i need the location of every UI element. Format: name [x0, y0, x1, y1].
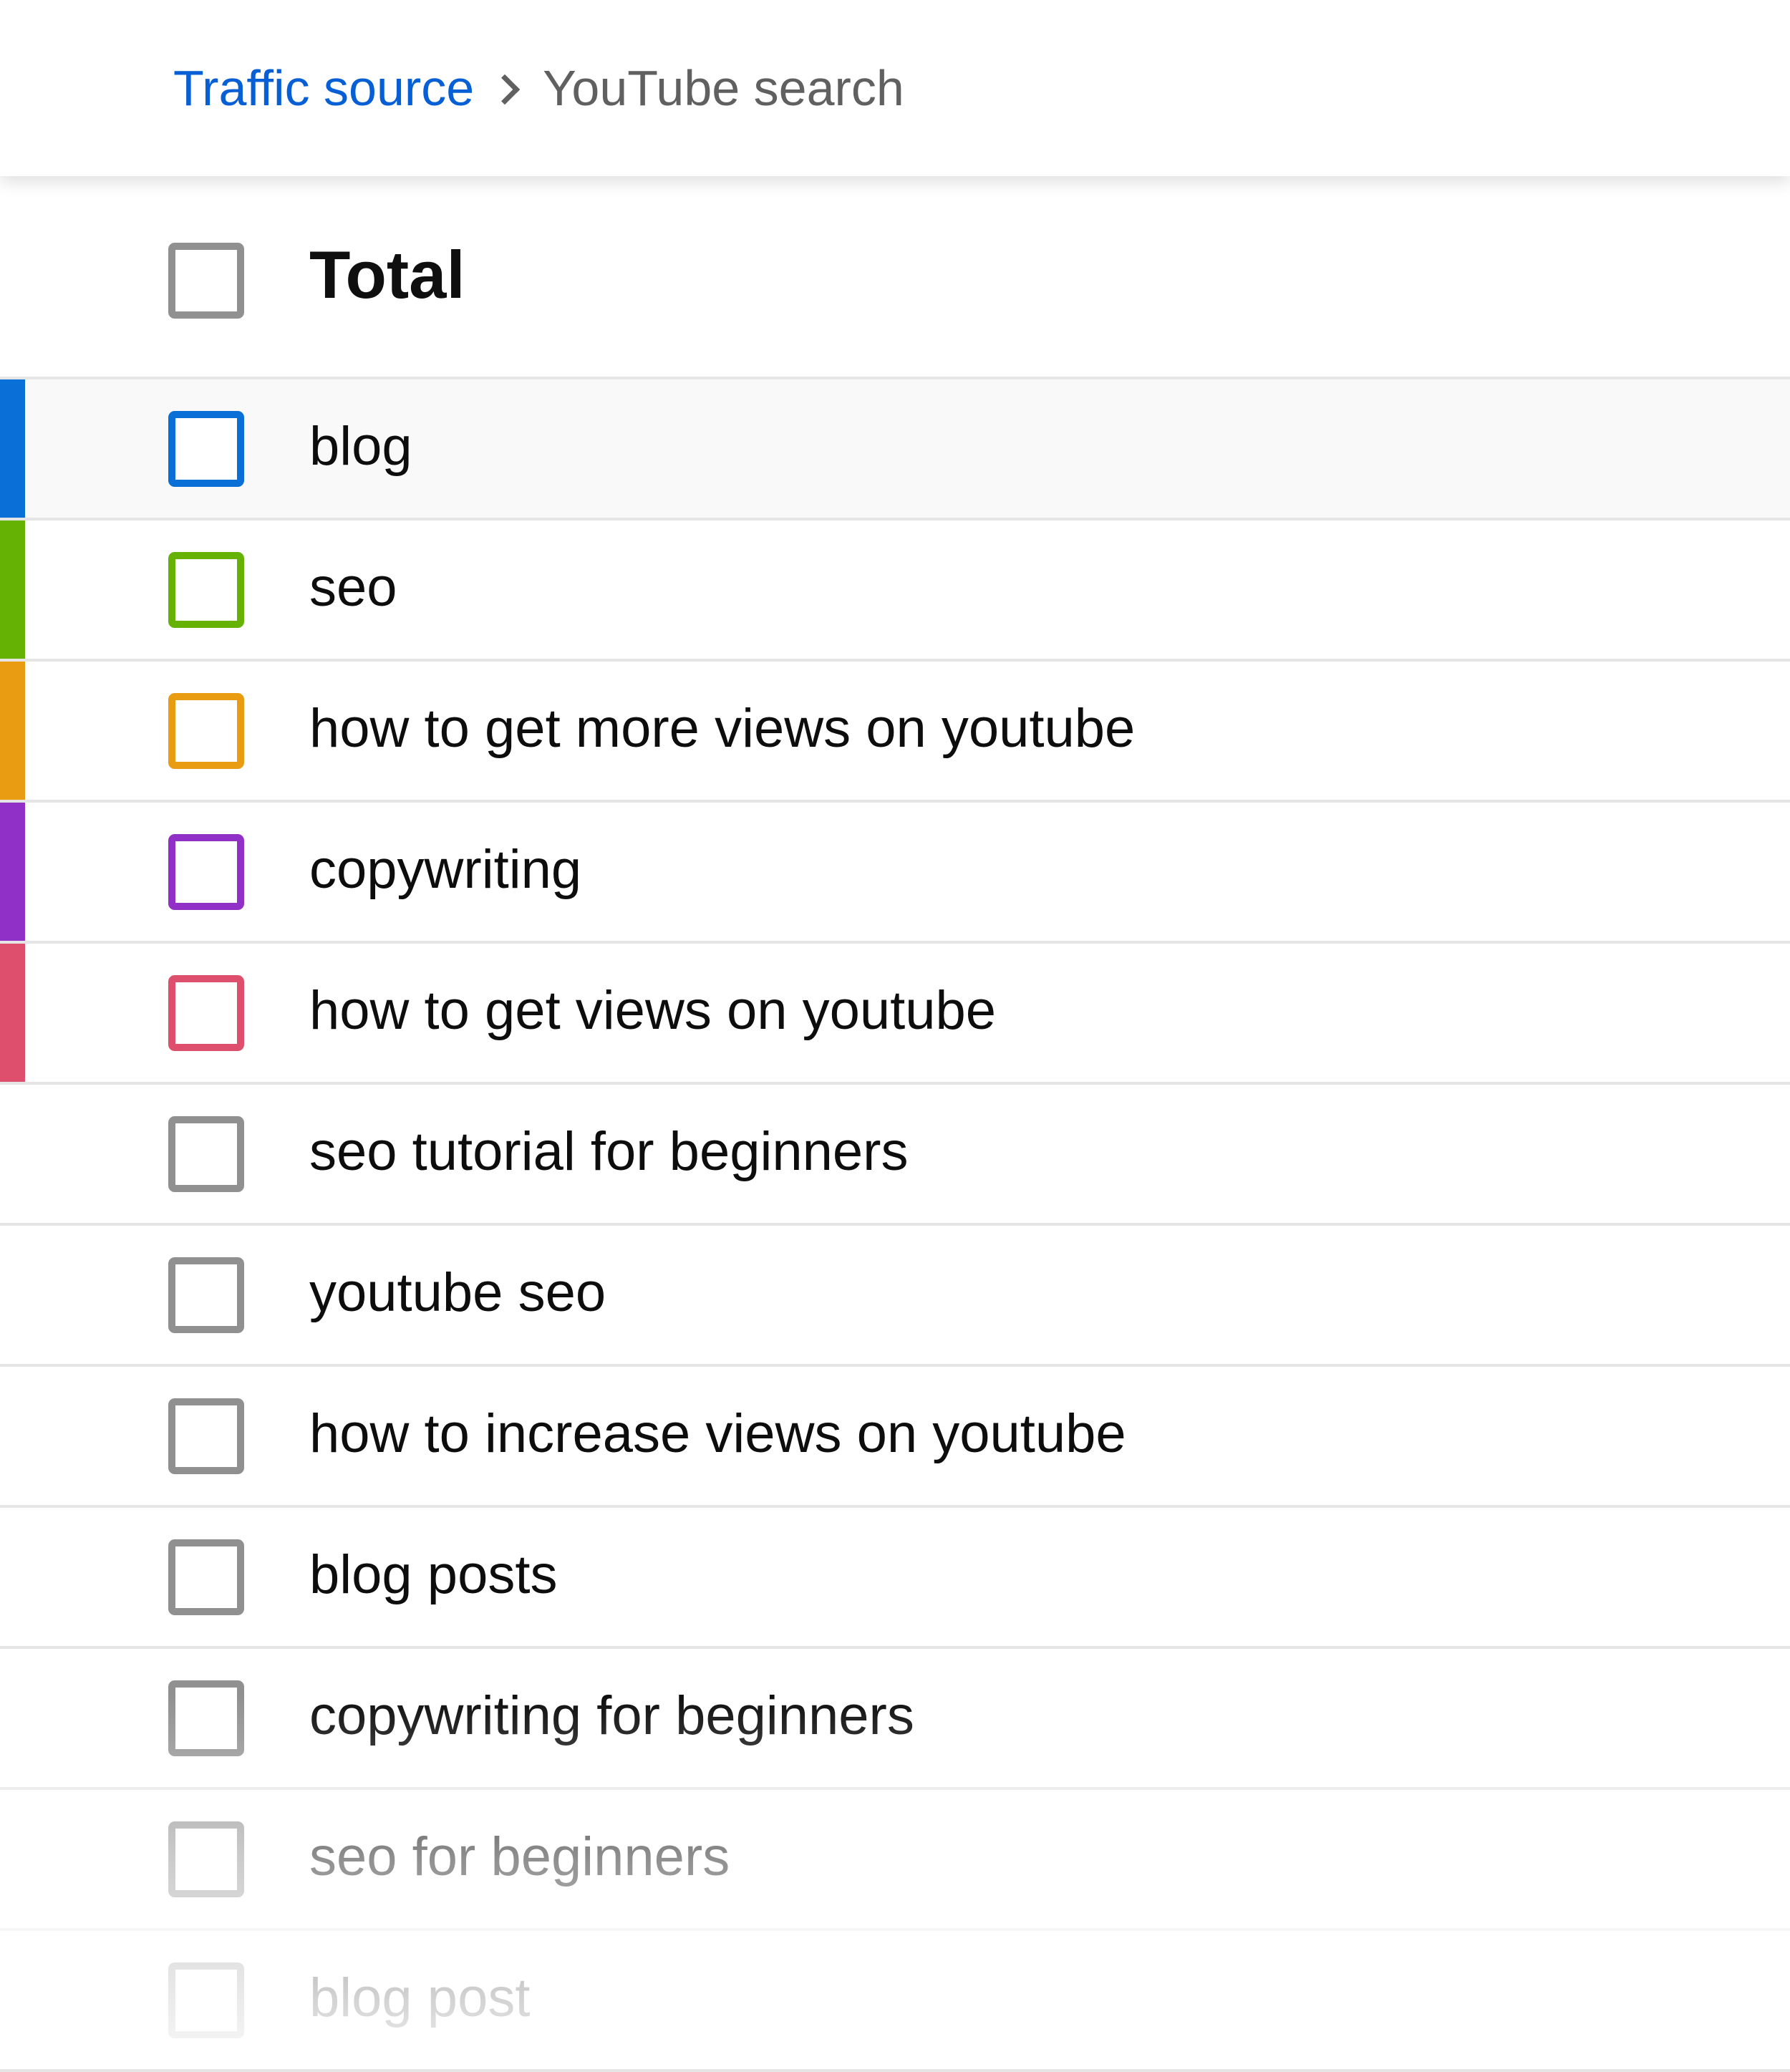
row-checkbox[interactable] — [168, 1680, 244, 1756]
row-checkbox[interactable] — [168, 693, 244, 769]
breadcrumb-current: YouTube search — [543, 60, 904, 116]
row-label: seo tutorial for beginners — [309, 1121, 909, 1182]
row-label: copywriting — [309, 839, 582, 900]
row-label: youtube seo — [309, 1262, 606, 1323]
table-row[interactable]: how to get views on youtube — [0, 944, 1790, 1085]
row-label: blog post — [309, 1967, 531, 2028]
series-color-bar — [0, 379, 25, 518]
total-checkbox[interactable] — [168, 243, 244, 319]
chevron-right-icon — [489, 74, 521, 105]
total-row[interactable]: Total — [0, 176, 1790, 379]
row-checkbox[interactable] — [168, 975, 244, 1051]
row-label: how to get more views on youtube — [309, 698, 1136, 759]
row-label: blog posts — [309, 1544, 558, 1605]
table-row[interactable]: how to increase views on youtube — [0, 1367, 1790, 1508]
row-checkbox[interactable] — [168, 552, 244, 628]
row-label: copywriting for beginners — [309, 1685, 914, 1746]
row-checkbox[interactable] — [168, 1962, 244, 2038]
row-label: how to increase views on youtube — [309, 1403, 1126, 1464]
table-row[interactable]: copywriting — [0, 803, 1790, 944]
table-row[interactable]: copywriting for beginners — [0, 1649, 1790, 1790]
row-checkbox[interactable] — [168, 411, 244, 487]
row-label: seo for beginners — [309, 1826, 730, 1887]
row-label: how to get views on youtube — [309, 980, 997, 1041]
row-checkbox[interactable] — [168, 834, 244, 910]
search-terms-table: Total blog seo how to get more views on yo… — [0, 176, 1790, 2072]
table-row[interactable]: how to get more views on youtube — [0, 662, 1790, 803]
row-checkbox[interactable] — [168, 1257, 244, 1333]
series-color-bar — [0, 803, 25, 941]
breadcrumb: Traffic source YouTube search — [173, 56, 904, 120]
table-row[interactable]: blog — [0, 379, 1790, 521]
table-row[interactable]: seo tutorial for beginners — [0, 1085, 1790, 1226]
series-color-bar — [0, 521, 25, 659]
total-label: Total — [309, 237, 465, 312]
table-row[interactable]: seo for beginners — [0, 1790, 1790, 1931]
table-row[interactable]: youtube seo — [0, 1226, 1790, 1367]
row-checkbox[interactable] — [168, 1821, 244, 1897]
table-row[interactable]: seo — [0, 521, 1790, 662]
series-color-bar — [0, 662, 25, 800]
breadcrumb-traffic-source-link[interactable]: Traffic source — [173, 59, 474, 117]
row-label: blog — [309, 416, 412, 477]
row-checkbox[interactable] — [168, 1539, 244, 1615]
breadcrumb-header: Traffic source YouTube search — [0, 0, 1790, 176]
row-checkbox[interactable] — [168, 1398, 244, 1474]
row-label: seo — [309, 557, 397, 618]
series-color-bar — [0, 944, 25, 1082]
table-row[interactable]: blog posts — [0, 1508, 1790, 1649]
row-checkbox[interactable] — [168, 1116, 244, 1192]
table-row[interactable]: blog post — [0, 1931, 1790, 2072]
